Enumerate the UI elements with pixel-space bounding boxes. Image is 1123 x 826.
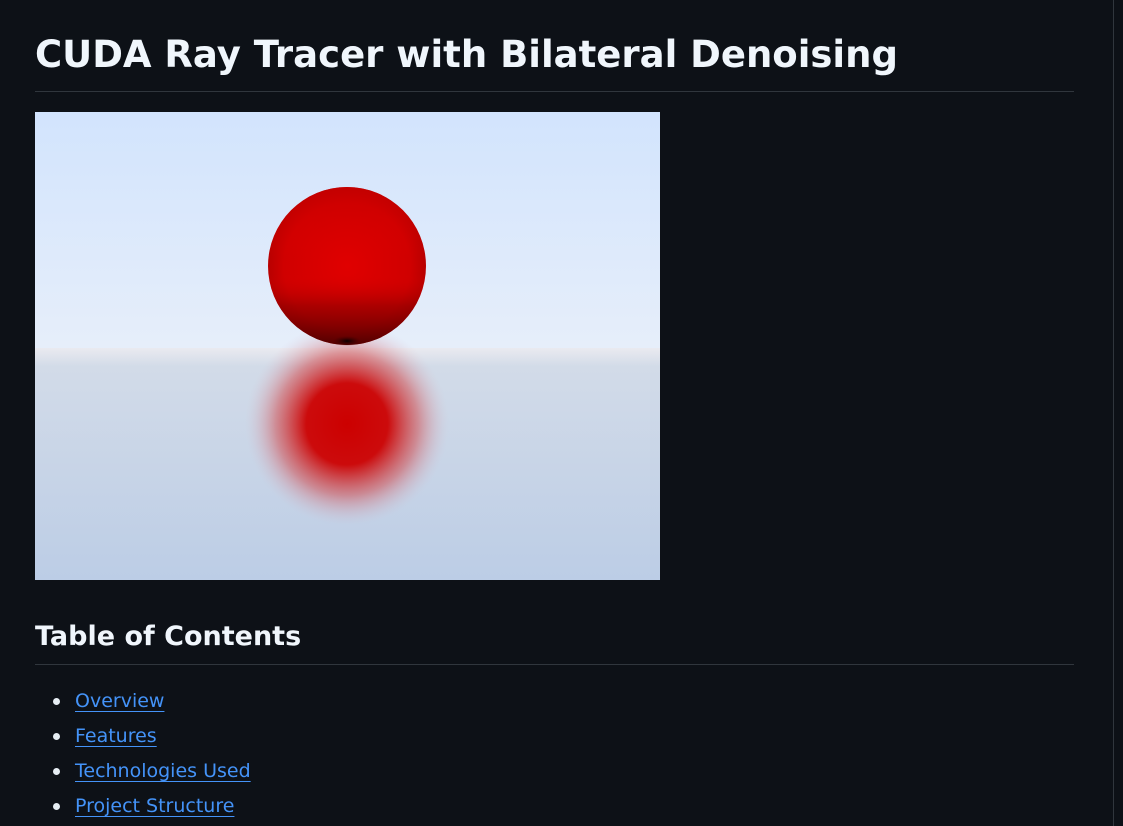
toc-item-overview: Overview <box>35 686 1074 721</box>
bullet-icon <box>53 733 60 740</box>
toc-divider <box>35 664 1074 665</box>
toc-link-features[interactable]: Features <box>75 725 157 747</box>
contact-shadow <box>333 336 361 346</box>
toc-link-project-structure[interactable]: Project Structure <box>75 795 234 817</box>
toc-list: Overview Features Technologies Used Proj… <box>35 686 1074 826</box>
toc-item-project-structure: Project Structure <box>35 791 1074 826</box>
bullet-icon <box>53 698 60 705</box>
toc-item-features: Features <box>35 721 1074 756</box>
toc-item-technologies-used: Technologies Used <box>35 756 1074 791</box>
title-divider <box>35 91 1074 92</box>
toc-heading: Table of Contents <box>35 621 302 652</box>
toc-link-overview[interactable]: Overview <box>75 690 164 712</box>
bullet-icon <box>53 803 60 810</box>
toc-link-technologies-used[interactable]: Technologies Used <box>75 760 251 782</box>
page-title: CUDA Ray Tracer with Bilateral Denoising <box>35 33 898 76</box>
sphere-reflection <box>245 322 449 526</box>
page-scroll-edge <box>1113 0 1114 826</box>
markdown-body: CUDA Ray Tracer with Bilateral Denoising <box>35 0 1074 826</box>
ray-traced-render-image <box>35 112 660 580</box>
readme-page: CUDA Ray Tracer with Bilateral Denoising <box>0 0 1123 826</box>
bullet-icon <box>53 768 60 775</box>
